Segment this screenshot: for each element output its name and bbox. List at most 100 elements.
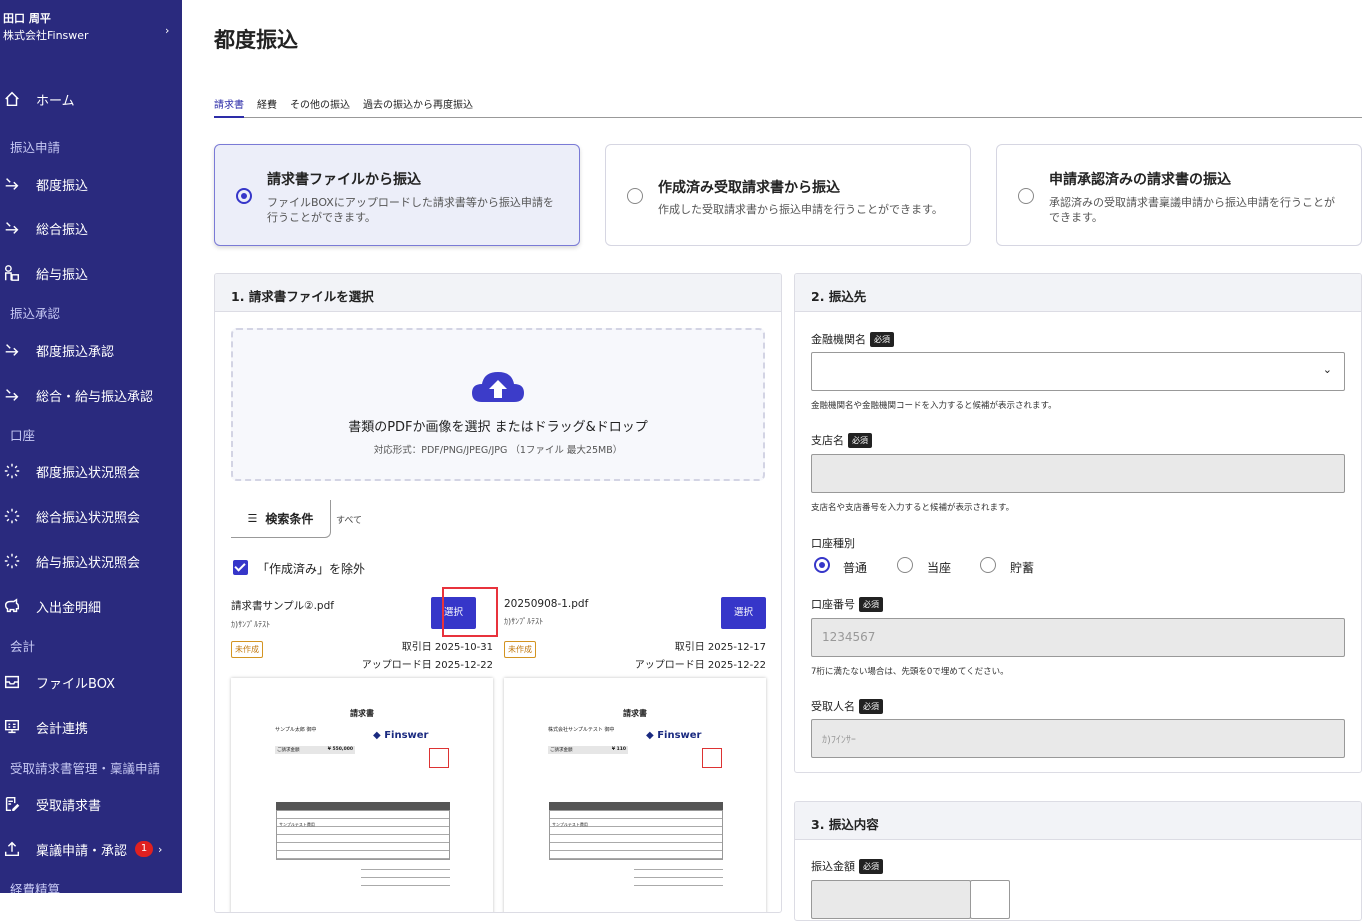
amount-panel: 3. 振込内容 振込金額必須 [794, 801, 1362, 921]
nav-tsudo-approval[interactable]: 都度振込承認 [0, 330, 182, 370]
loading-icon [0, 552, 36, 570]
invoice-thumbnail[interactable]: 請求書 サンプル太郎 御中 ご請求金額¥ 550,000 ◆ Finswer サ… [231, 678, 493, 913]
amount-unit [970, 880, 1010, 919]
invoice-file-panel: 1. 請求書ファイルを選択 書類のPDFか画像を選択 またはドラッグ&ドロップ … [214, 273, 782, 913]
nav-received-invoice[interactable]: 受取請求書 [0, 784, 182, 824]
nav-accounting-link[interactable]: 会計連携 [0, 707, 182, 747]
thumb-logo-text: Finswer [657, 730, 701, 741]
file-dropzone[interactable]: 書類のPDFか画像を選択 またはドラッグ&ドロップ 対応形式：PDF/PNG/J… [231, 328, 765, 481]
option-invoice-file[interactable]: 請求書ファイルから振込 ファイルBOXにアップロードした請求書等から振込申請を … [214, 144, 580, 246]
tab-past[interactable]: 過去の振込から再度振込 [363, 92, 473, 118]
seal-stamp [429, 748, 449, 768]
exclude-label: 「作成済み」を除外 [257, 560, 365, 577]
amount-input[interactable] [811, 880, 971, 919]
exclude-checkbox[interactable] [233, 560, 248, 575]
bank-select[interactable]: ⌄ [811, 352, 1345, 391]
thumb-logo: ◆ Finswer [373, 730, 428, 741]
highlight-box [442, 587, 498, 637]
nav-tsudo-furikomi[interactable]: 都度振込 [0, 164, 182, 204]
required-badge: 必須 [848, 433, 872, 448]
nav-label: 都度振込状況照会 [36, 462, 140, 481]
thumb-table-header [549, 802, 723, 810]
required-badge: 必須 [859, 699, 883, 714]
thumb-table: サンプルテスト費用 [549, 810, 723, 860]
nav-sogo-status[interactable]: 総合振込状況照会 [0, 496, 182, 536]
payroll-icon [0, 264, 36, 282]
branch-input[interactable] [811, 454, 1345, 493]
radio-current[interactable] [897, 557, 913, 573]
chevron-right-icon[interactable]: › [158, 843, 162, 856]
nav-statement[interactable]: 入出金明細 [0, 586, 182, 626]
trade-date: 取引日 2025-10-31 [402, 638, 493, 653]
filter-button[interactable]: ☰ 検索条件 [231, 500, 331, 538]
trade-date: 取引日 2025-12-17 [675, 638, 766, 653]
option-approved-invoice[interactable]: 申請承認済みの請求書の振込 承認済みの受取請求書稟議申請から振込申請を行うことが… [996, 144, 1362, 246]
tab-other[interactable]: その他の振込 [290, 92, 350, 118]
account-number-label-text: 口座番号 [811, 598, 855, 611]
filter-label: 検索条件 [265, 510, 313, 527]
account-number-input[interactable]: 1234567 [811, 618, 1345, 657]
select-button[interactable]: 選択 [721, 597, 766, 629]
recipient-input[interactable]: ｶ)ﾌｲﾝｻｰ [811, 719, 1345, 758]
loading-icon [0, 462, 36, 480]
thumb-totals [634, 862, 723, 892]
thumb-row-text: サンプルテスト費用 [277, 822, 315, 827]
invoice-thumbnail[interactable]: 請求書 株式会社サンプルテスト 御中 ご請求金額¥ 110 ◆ Finswer … [504, 678, 766, 913]
radio-ordinary[interactable] [814, 557, 830, 573]
nav-filebox[interactable]: ファイルBOX [0, 662, 182, 702]
amount-label: 振込金額必須 [811, 858, 883, 874]
thumb-amount: ¥ 110 [612, 747, 626, 752]
panel-title: 3. 振込内容 [795, 802, 1361, 840]
nav-ringi[interactable]: 稟議申請・承認 1 › [0, 829, 182, 869]
nav-label: 給与振込 [36, 264, 88, 283]
nav-label: 会計連携 [36, 718, 88, 737]
nav-home[interactable]: ホーム [0, 79, 182, 119]
user-switcher[interactable]: 田口 周平 株式会社Finswer [3, 10, 89, 44]
upload-icon [0, 840, 36, 858]
nav-kyuyo-status[interactable]: 給与振込状況照会 [0, 541, 182, 581]
dropzone-text: 書類のPDFか画像を選択 またはドラッグ&ドロップ [233, 416, 763, 435]
branch-label: 支店名必須 [811, 432, 872, 448]
nav-section-accounting: 会計 [10, 636, 35, 655]
tab-expense[interactable]: 経費 [257, 92, 277, 118]
nav-label: 入出金明細 [36, 597, 101, 616]
nav-sogo-kyuyo-approval[interactable]: 総合・給与振込承認 [0, 375, 182, 415]
thumb-amount-box: ご請求金額 ¥ 110 [548, 746, 628, 754]
radio-unselected[interactable] [1018, 188, 1034, 204]
chevron-right-icon[interactable]: › [165, 24, 169, 37]
chevron-down-icon: ⌄ [1323, 363, 1332, 376]
page-title: 都度振込 [214, 24, 298, 54]
status-badge: 未作成 [504, 641, 536, 658]
thumb-table-header [276, 802, 450, 810]
nav-tsudo-status[interactable]: 都度振込状況照会 [0, 451, 182, 491]
option-title: 請求書ファイルから振込 [267, 169, 421, 189]
option-desc: 作成した受取請求書から振込申請を行うことができます。 [658, 202, 943, 217]
radio-selected[interactable] [236, 188, 252, 204]
nav-section-approval: 振込承認 [10, 303, 60, 322]
bank-label-text: 金融機関名 [811, 333, 866, 346]
thumb-amount-label: ご請求金額 [550, 748, 573, 753]
nav-kyuyo-furikomi[interactable]: 給与振込 [0, 253, 182, 293]
option-created-invoice[interactable]: 作成済み受取請求書から振込 作成した受取請求書から振込申請を行うことができます。 [605, 144, 971, 246]
radio-savings[interactable] [980, 557, 996, 573]
nav-section-transfer: 振込申請 [10, 137, 60, 156]
status-badge: 未作成 [231, 641, 263, 658]
option-desc: できます。 [1049, 210, 1103, 225]
option-title: 申請承認済みの請求書の振込 [1049, 169, 1231, 189]
thumb-row-text: サンプルテスト費用 [550, 822, 588, 827]
panel-title: 2. 振込先 [795, 274, 1361, 312]
dropzone-format: 対応形式：PDF/PNG/JPEG/JPG （1ファイル 最大25MB） [233, 442, 763, 456]
nav-sogo-furikomi[interactable]: 総合振込 [0, 208, 182, 248]
invoice-card: 20250908-1.pdf ｶ)ｻﾝﾌﾟﾙﾃｽﾄ 選択 未作成 取引日 202… [504, 598, 766, 627]
recipient-label: 受取人名必須 [811, 698, 883, 714]
radio-unselected[interactable] [627, 188, 643, 204]
option-title: 作成済み受取請求書から振込 [658, 177, 840, 197]
thumb-table: サンプルテスト費用 [276, 810, 450, 860]
bank-help: 金融機関名や金融機関コードを入力すると候補が表示されます。 [811, 399, 1057, 411]
thumb-company: 株式会社サンプルテスト 御中 [548, 726, 614, 733]
upload-date: アップロード日 2025-12-22 [362, 656, 493, 671]
user-name: 田口 周平 [3, 10, 89, 27]
finswer-logo-icon: ◆ [646, 730, 654, 741]
tab-invoice[interactable]: 請求書 [214, 92, 244, 118]
nav-label: 都度振込 [36, 175, 88, 194]
